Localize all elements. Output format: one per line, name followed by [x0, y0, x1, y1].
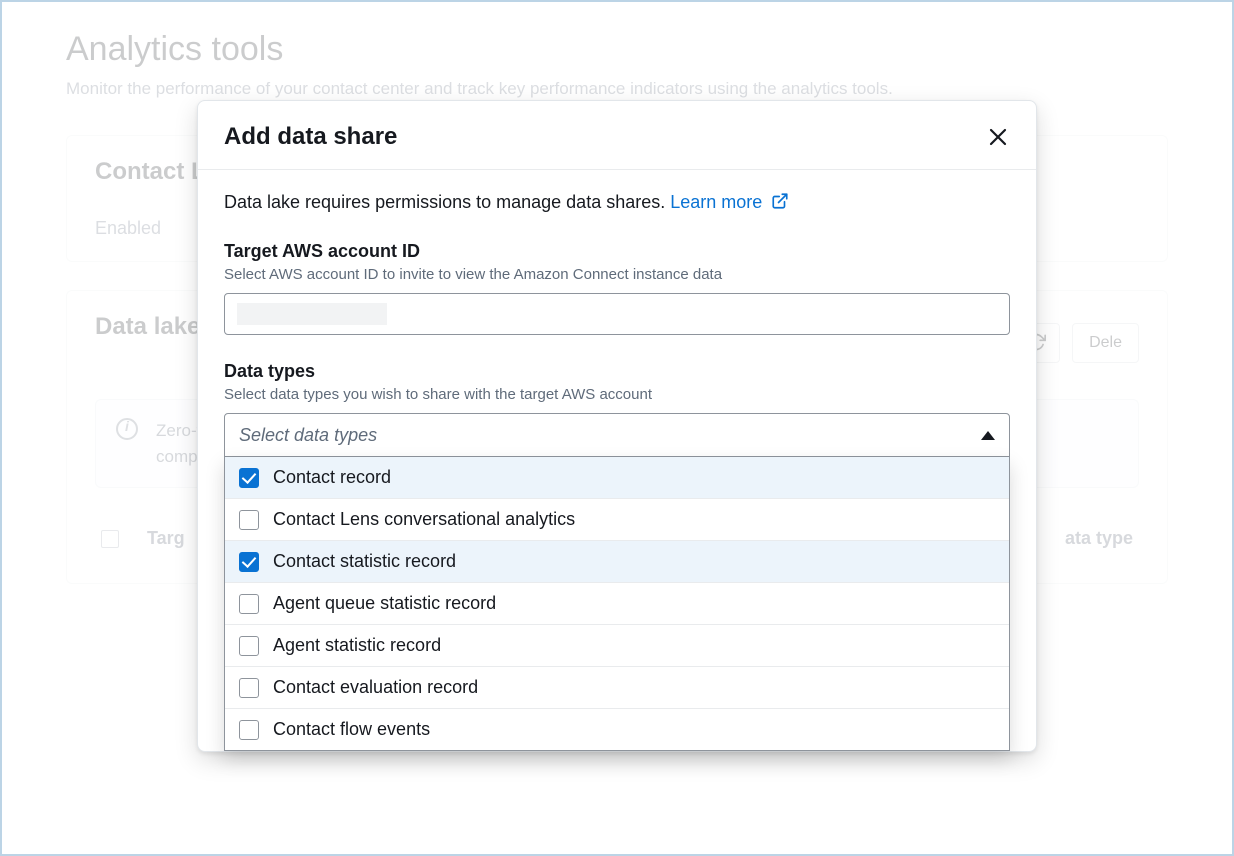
permissions-text: Data lake requires permissions to manage… [224, 192, 670, 212]
external-link-icon [771, 192, 789, 210]
learn-more-link[interactable]: Learn more [670, 192, 789, 212]
option-checkbox[interactable] [239, 552, 259, 572]
option-label: Agent queue statistic record [273, 593, 496, 614]
modal-body: Data lake requires permissions to manage… [198, 170, 1036, 751]
add-data-share-modal: Add data share Data lake requires permis… [197, 100, 1037, 752]
learn-more-label: Learn more [670, 192, 762, 212]
option-checkbox[interactable] [239, 720, 259, 740]
option-checkbox[interactable] [239, 636, 259, 656]
modal-title: Add data share [224, 123, 397, 151]
data-type-option[interactable]: Agent statistic record [225, 625, 1009, 667]
option-label: Contact flow events [273, 719, 430, 740]
target-account-redacted [237, 303, 387, 325]
data-type-option[interactable]: Contact statistic record [225, 541, 1009, 583]
target-account-input[interactable] [224, 293, 1010, 335]
option-label: Contact Lens conversational analytics [273, 509, 575, 530]
close-icon [986, 125, 1010, 149]
option-checkbox[interactable] [239, 510, 259, 530]
option-checkbox[interactable] [239, 468, 259, 488]
data-type-option[interactable]: Contact record [225, 457, 1009, 499]
close-button[interactable] [986, 125, 1010, 149]
modal-overlay: Add data share Data lake requires permis… [2, 2, 1232, 854]
data-type-option[interactable]: Contact evaluation record [225, 667, 1009, 709]
option-label: Contact statistic record [273, 551, 456, 572]
option-label: Agent statistic record [273, 635, 441, 656]
data-type-option[interactable]: Contact flow events [225, 709, 1009, 750]
option-checkbox[interactable] [239, 678, 259, 698]
caret-up-icon [981, 431, 995, 440]
option-checkbox[interactable] [239, 594, 259, 614]
target-account-help: Select AWS account ID to invite to view … [224, 266, 1010, 283]
modal-header: Add data share [198, 101, 1036, 170]
option-label: Contact evaluation record [273, 677, 478, 698]
data-types-help: Select data types you wish to share with… [224, 386, 1010, 403]
target-account-label: Target AWS account ID [224, 241, 1010, 262]
data-type-option[interactable]: Contact Lens conversational analytics [225, 499, 1009, 541]
data-types-placeholder: Select data types [239, 425, 377, 446]
data-types-label: Data types [224, 361, 1010, 382]
data-type-option[interactable]: Agent queue statistic record [225, 583, 1009, 625]
data-types-select-trigger[interactable]: Select data types [224, 413, 1010, 457]
data-types-dropdown: Contact record Contact Lens conversationa… [224, 457, 1010, 751]
option-label: Contact record [273, 467, 391, 488]
permissions-line: Data lake requires permissions to manage… [224, 192, 1010, 213]
